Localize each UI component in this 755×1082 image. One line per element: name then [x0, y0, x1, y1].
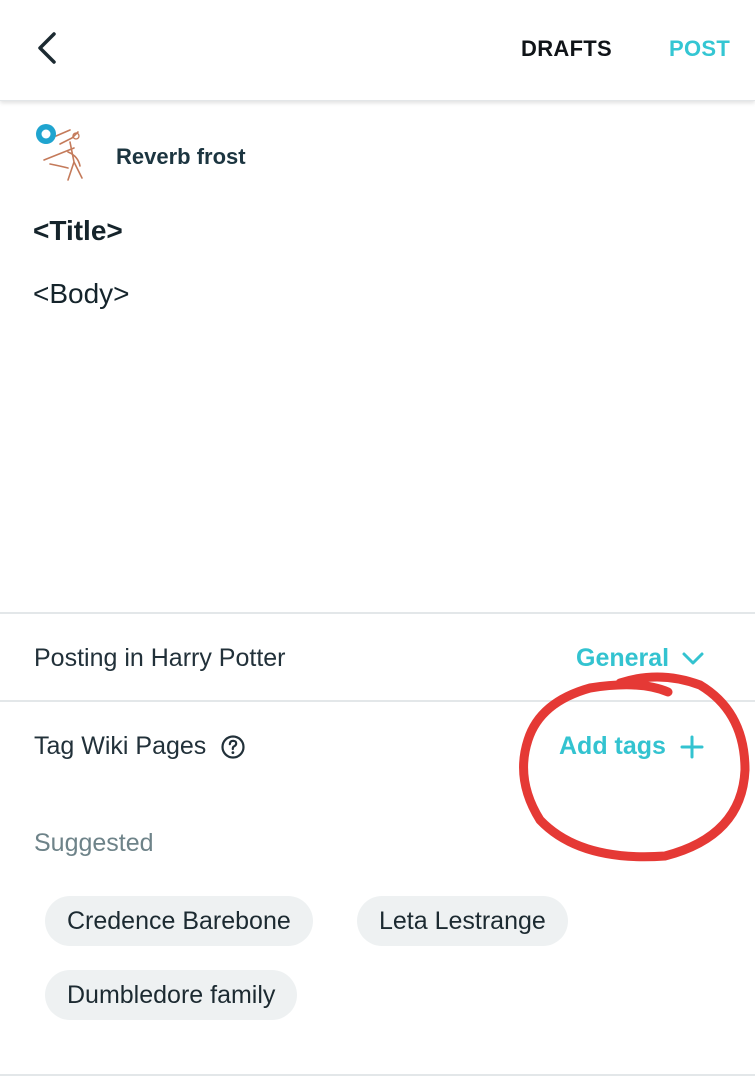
avatar[interactable] [30, 122, 96, 188]
drafts-button[interactable]: DRAFTS [521, 36, 612, 62]
tag-wiki-pages-label: Tag Wiki Pages [34, 732, 207, 760]
divider [0, 612, 755, 614]
plus-icon [680, 735, 704, 758]
back-button[interactable] [30, 28, 66, 68]
category-dropdown[interactable]: General [576, 644, 705, 673]
top-bar: DRAFTS POST [0, 0, 755, 101]
help-circle-icon[interactable] [220, 734, 246, 760]
divider [0, 1074, 755, 1076]
suggested-label: Suggested [34, 829, 154, 857]
category-value: General [576, 644, 670, 672]
title-input[interactable]: <Title> [33, 215, 123, 247]
chevron-down-icon [682, 652, 704, 664]
divider [0, 700, 755, 702]
suggested-tag-chip[interactable]: Dumbledore family [45, 970, 298, 1020]
posting-in-label: Posting in Harry Potter [34, 644, 286, 672]
add-tags-label: Add tags [559, 732, 666, 760]
tag-wiki-pages-row: Tag Wiki Pages [34, 732, 246, 761]
add-tags-button[interactable]: Add tags [559, 732, 704, 761]
suggested-tag-chip[interactable]: Leta Lestrange [357, 896, 568, 946]
author-name[interactable]: Reverb frost [116, 144, 246, 170]
body-input[interactable]: <Body> [33, 278, 130, 310]
author-row: Reverb frost [30, 122, 430, 188]
suggested-tag-chip[interactable]: Credence Barebone [45, 896, 313, 946]
chevron-left-icon [38, 32, 56, 64]
post-button[interactable]: POST [669, 36, 730, 62]
